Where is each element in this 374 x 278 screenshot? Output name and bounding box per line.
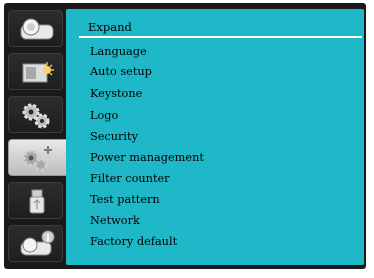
menu-item-test-pattern[interactable]: Test pattern xyxy=(90,193,160,206)
osd-menu-frame: Expand Language Auto setup Keystone Logo… xyxy=(4,3,366,269)
title-divider xyxy=(79,36,362,38)
menu-item-network[interactable]: Network xyxy=(90,214,140,227)
menu-item-factory-default[interactable]: Factory default xyxy=(90,235,177,248)
settings-icon xyxy=(22,103,50,129)
menu-item-logo[interactable]: Logo xyxy=(90,109,118,122)
sidebar-item-info[interactable] xyxy=(8,225,63,262)
usb-icon xyxy=(29,189,45,214)
menu-item-keystone[interactable]: Keystone xyxy=(90,87,142,100)
menu-item-security[interactable]: Security xyxy=(90,130,138,143)
expand-settings-icon xyxy=(22,146,52,172)
menu-item-power-management[interactable]: Power management xyxy=(90,151,204,164)
menu-item-filter-counter[interactable]: Filter counter xyxy=(90,172,170,185)
sidebar xyxy=(7,3,70,269)
sidebar-item-usb[interactable] xyxy=(8,182,63,219)
input-icon xyxy=(22,62,54,83)
projector-icon xyxy=(20,18,54,40)
menu-item-language[interactable]: Language xyxy=(90,45,147,58)
menu-item-auto-setup[interactable]: Auto setup xyxy=(90,65,152,78)
sidebar-item-display[interactable] xyxy=(8,10,63,47)
sidebar-item-setting[interactable] xyxy=(8,96,63,133)
panel-title: Expand xyxy=(88,20,132,34)
info-icon xyxy=(20,230,55,256)
sidebar-item-expand[interactable] xyxy=(8,139,70,176)
expand-menu-panel: Expand Language Auto setup Keystone Logo… xyxy=(66,9,364,265)
sidebar-item-input[interactable] xyxy=(8,53,63,90)
